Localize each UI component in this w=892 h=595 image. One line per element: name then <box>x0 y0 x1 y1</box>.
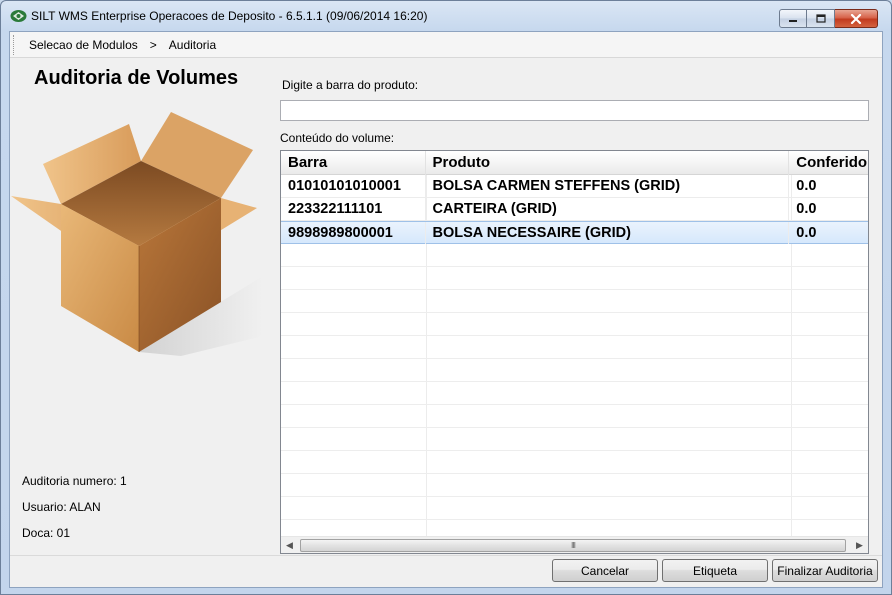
column-header-produto[interactable]: Produto <box>426 151 790 175</box>
toolbar-grip[interactable] <box>13 34 16 55</box>
breadcrumb: Selecao de Modulos > Auditoria <box>10 32 882 58</box>
label-button[interactable]: Etiqueta <box>662 559 768 582</box>
maximize-button[interactable] <box>807 9 835 28</box>
user-text: Usuario: ALAN <box>22 500 101 514</box>
finish-audit-button[interactable]: Finalizar Auditoria <box>772 559 878 582</box>
minimize-button[interactable] <box>779 9 807 28</box>
scrollbar-thumb[interactable]: III <box>300 539 846 552</box>
app-window: SILT WMS Enterprise Operacoes de Deposit… <box>0 0 892 595</box>
breadcrumb-item-auditoria[interactable]: Auditoria <box>169 38 216 52</box>
scroll-right-icon: ▶ <box>856 540 863 551</box>
table-row[interactable]: 01010101010001 BOLSA CARMEN STEFFENS (GR… <box>281 175 868 198</box>
cell-conferido: 0.0 <box>796 225 817 241</box>
volume-grid[interactable]: Barra Produto Conferido 01010101010001 B… <box>280 150 869 554</box>
cell-conferido: 0.0 <box>796 178 817 194</box>
title-bar[interactable]: SILT WMS Enterprise Operacoes de Deposit… <box>1 1 891 31</box>
maximize-icon <box>815 14 826 23</box>
cell-conferido: 0.0 <box>796 201 817 217</box>
barcode-input[interactable] <box>280 100 869 121</box>
cell-barra: 223322111101 <box>281 198 426 220</box>
barcode-label: Digite a barra do produto: <box>282 78 419 92</box>
horizontal-scrollbar[interactable]: ◀ III ▶ <box>281 536 868 553</box>
scroll-left-icon: ◀ <box>286 540 293 551</box>
audit-number-text: Auditoria numero: 1 <box>22 474 127 488</box>
column-header-conferido[interactable]: Conferido <box>789 151 868 175</box>
column-header-barra[interactable]: Barra <box>281 151 426 175</box>
grid-body: 01010101010001 BOLSA CARMEN STEFFENS (GR… <box>281 175 868 537</box>
volume-content-label: Conteúdo do volume: <box>280 131 395 145</box>
grid-header: Barra Produto Conferido <box>281 151 868 175</box>
cell-barra: 01010101010001 <box>281 175 426 197</box>
scroll-right-button[interactable]: ▶ <box>851 537 868 553</box>
dock-text: Doca: 01 <box>22 526 71 540</box>
cell-produto: BOLSA CARMEN STEFFENS (GRID) <box>426 175 790 197</box>
scrollbar-grip: III <box>570 541 576 550</box>
window-title: SILT WMS Enterprise Operacoes de Deposit… <box>31 9 428 23</box>
box-illustration <box>11 112 263 356</box>
close-icon <box>850 13 862 24</box>
page-title: Auditoria de Volumes <box>34 67 239 89</box>
scroll-left-button[interactable]: ◀ <box>281 537 298 553</box>
breadcrumb-separator: > <box>149 37 157 52</box>
table-row[interactable]: 223322111101 CARTEIRA (GRID) 0.0 <box>281 198 868 221</box>
cell-barra: 9898989800001 <box>281 222 426 244</box>
cell-produto: BOLSA NECESSAIRE (GRID) <box>426 222 790 244</box>
client-area: Selecao de Modulos > Auditoria Auditoria… <box>9 31 883 588</box>
bottom-separator <box>10 555 882 556</box>
cancel-button[interactable]: Cancelar <box>552 559 658 582</box>
close-button[interactable] <box>835 9 878 28</box>
app-icon <box>10 10 27 22</box>
table-row-selected[interactable]: 9898989800001 BOLSA NECESSAIRE (GRID) 0.… <box>281 221 868 244</box>
cell-produto: CARTEIRA (GRID) <box>426 198 790 220</box>
breadcrumb-item-modulos[interactable]: Selecao de Modulos <box>29 38 138 52</box>
minimize-icon <box>789 19 797 22</box>
